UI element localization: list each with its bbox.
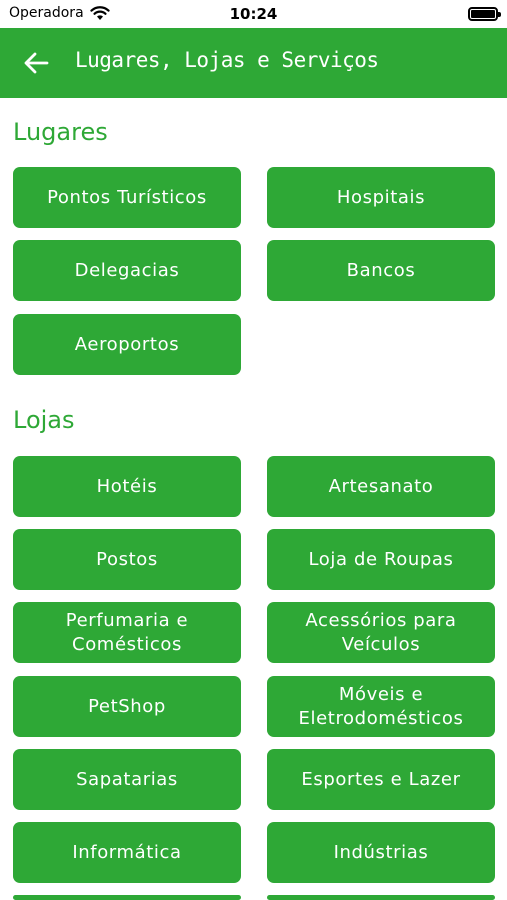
- app-bar: Lugares, Lojas e Serviços: [0, 28, 507, 98]
- tile-sapatarias[interactable]: Sapatarias: [13, 749, 241, 810]
- tile-loja-de-roupas[interactable]: Loja de Roupas: [267, 529, 495, 590]
- section-title-lugares: Lugares: [13, 118, 108, 146]
- tile-label: Postos: [96, 548, 158, 570]
- tile-label: Acessórios para Veículos: [305, 609, 457, 655]
- status-bar: Operadora 10:24: [0, 0, 507, 28]
- tile-partial[interactable]: [13, 895, 241, 900]
- tile-label: Aeroportos: [74, 333, 180, 355]
- tile-acessorios-veiculos[interactable]: Acessórios para Veículos: [267, 602, 495, 663]
- tile-postos[interactable]: Postos: [13, 529, 241, 590]
- tile-hoteis[interactable]: Hotéis: [13, 456, 241, 517]
- tile-moveis-eletrodomesticos[interactable]: Móveis e Eletrodomésticos: [267, 676, 495, 737]
- tile-artesanato[interactable]: Artesanato: [267, 456, 495, 517]
- tile-label: Delegacias: [74, 259, 180, 281]
- tile-delegacias[interactable]: Delegacias: [13, 240, 241, 301]
- tile-industrias[interactable]: Indústrias: [267, 822, 495, 883]
- section-title-lojas: Lojas: [13, 406, 75, 434]
- tile-hospitais[interactable]: Hospitais: [267, 167, 495, 228]
- tile-label: Hotéis: [96, 475, 158, 497]
- tile-partial[interactable]: [267, 895, 495, 900]
- tile-label: Loja de Roupas: [308, 548, 454, 570]
- tile-label: Informática: [72, 841, 182, 863]
- arrow-left-icon: [24, 52, 49, 74]
- tile-petshop[interactable]: PetShop: [13, 676, 241, 737]
- tile-label: Artesanato: [328, 475, 434, 497]
- tile-label: Bancos: [346, 259, 416, 281]
- tile-label: Pontos Turísticos: [47, 186, 207, 208]
- battery-icon: [468, 7, 501, 21]
- status-time: 10:24: [229, 5, 278, 23]
- tile-label: Sapatarias: [76, 768, 178, 790]
- tile-bancos[interactable]: Bancos: [267, 240, 495, 301]
- tile-label: Perfumaria e Comésticos: [65, 609, 189, 655]
- tile-informatica[interactable]: Informática: [13, 822, 241, 883]
- tile-label: Hospitais: [336, 186, 426, 208]
- tile-esportes-lazer[interactable]: Esportes e Lazer: [267, 749, 495, 810]
- tile-label: PetShop: [88, 695, 166, 717]
- tile-perfumaria[interactable]: Perfumaria e Comésticos: [13, 602, 241, 663]
- tile-aeroportos[interactable]: Aeroportos: [13, 314, 241, 375]
- tile-label: Indústrias: [333, 841, 429, 863]
- tile-label: Esportes e Lazer: [301, 768, 461, 790]
- page-title: Lugares, Lojas e Serviços: [75, 48, 379, 72]
- tile-label: Móveis e Eletrodomésticos: [298, 683, 464, 729]
- tile-pontos-turisticos[interactable]: Pontos Turísticos: [13, 167, 241, 228]
- back-button[interactable]: [18, 46, 54, 80]
